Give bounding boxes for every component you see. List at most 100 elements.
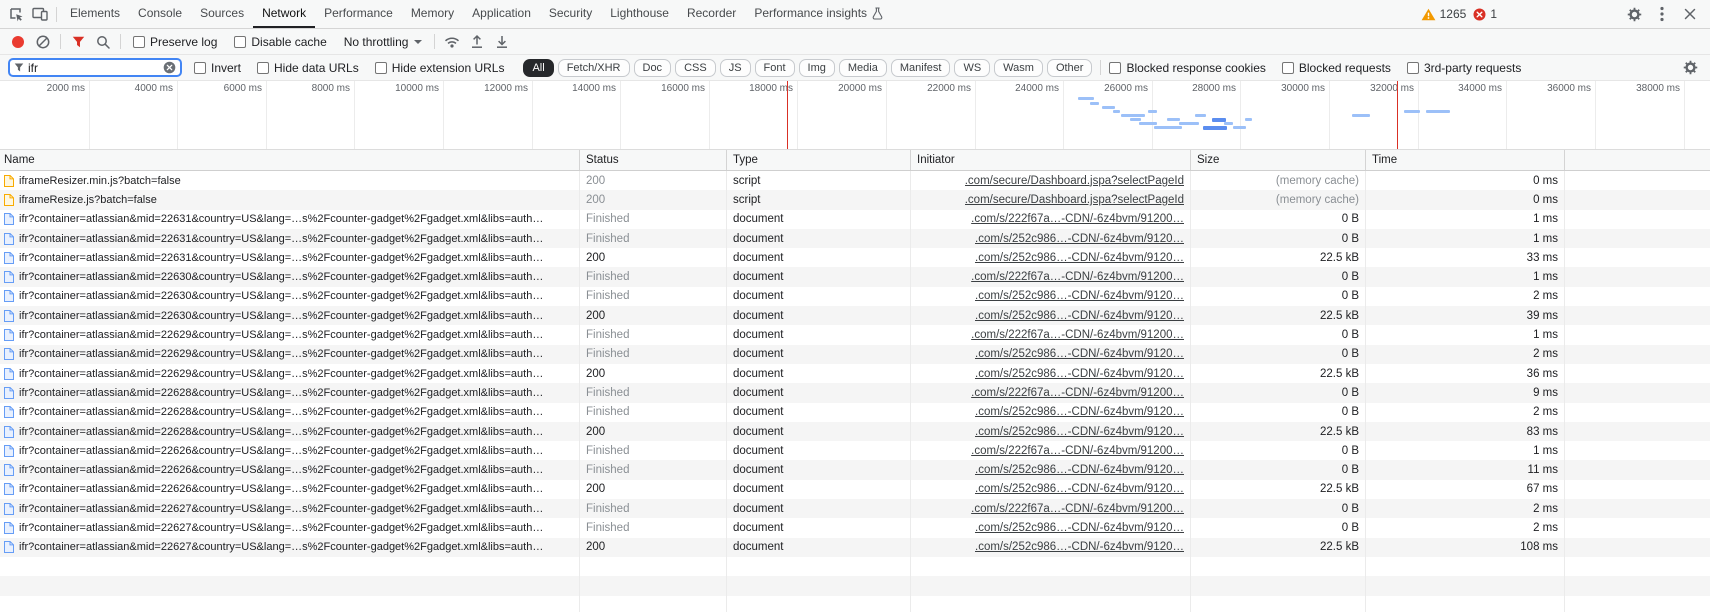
filter-pill-font[interactable]: Font — [755, 59, 795, 77]
column-header-size[interactable]: Size — [1191, 150, 1366, 170]
filter-pill-css[interactable]: CSS — [675, 59, 716, 77]
column-header-name[interactable]: Name — [0, 150, 580, 170]
column-header-time[interactable]: Time — [1366, 150, 1565, 170]
initiator-link[interactable]: .com/s/252c986…-CDN/-6z4bvm/9120… — [975, 541, 1184, 553]
inspect-element-button[interactable] — [4, 3, 28, 25]
more-options-button[interactable] — [1650, 3, 1674, 25]
type-text: document — [733, 348, 784, 360]
initiator-link[interactable]: .com/secure/Dashboard.jspa?selectPageId — [965, 194, 1184, 206]
table-row[interactable]: ifr?container=atlassian&mid=22631&countr… — [0, 210, 1710, 229]
import-har-button[interactable] — [465, 31, 489, 53]
initiator-link[interactable]: .com/s/252c986…-CDN/-6z4bvm/9120… — [975, 483, 1184, 495]
hide-extension-urls-checkbox[interactable]: Hide extension URLs — [375, 61, 505, 75]
console-errors-badge[interactable]: 1 — [1473, 7, 1497, 21]
initiator-link[interactable]: .com/s/222f67a…-CDN/-6z4bvm/91200… — [971, 445, 1184, 457]
table-row[interactable]: ifr?container=atlassian&mid=22628&countr… — [0, 383, 1710, 402]
initiator-link[interactable]: .com/s/252c986…-CDN/-6z4bvm/9120… — [975, 464, 1184, 476]
filter-pill-img[interactable]: Img — [799, 59, 835, 77]
tab-sources[interactable]: Sources — [191, 0, 253, 28]
initiator-link[interactable]: .com/s/252c986…-CDN/-6z4bvm/9120… — [975, 406, 1184, 418]
table-row[interactable]: iframeResizer.min.js?batch=false200scrip… — [0, 171, 1710, 190]
tab-recorder[interactable]: Recorder — [678, 0, 745, 28]
table-row[interactable]: ifr?container=atlassian&mid=22627&countr… — [0, 538, 1710, 557]
console-warnings-badge[interactable]: 1265 — [1421, 7, 1467, 21]
tab-elements[interactable]: Elements — [61, 0, 129, 28]
table-row[interactable]: ifr?container=atlassian&mid=22630&countr… — [0, 267, 1710, 286]
table-row[interactable]: ifr?container=atlassian&mid=22630&countr… — [0, 287, 1710, 306]
tab-performance-insights[interactable]: Performance insights — [745, 0, 892, 28]
initiator-link[interactable]: .com/s/252c986…-CDN/-6z4bvm/9120… — [975, 252, 1184, 264]
overview-strip[interactable]: 2000 ms4000 ms6000 ms8000 ms10000 ms1200… — [0, 81, 1710, 150]
clear-filter-icon[interactable] — [163, 61, 176, 74]
filter-pill-fetch-xhr[interactable]: Fetch/XHR — [558, 59, 630, 77]
column-header-type[interactable]: Type — [727, 150, 911, 170]
request-initiator-cell: .com/s/252c986…-CDN/-6z4bvm/9120… — [911, 403, 1191, 422]
table-row[interactable]: ifr?container=atlassian&mid=22629&countr… — [0, 364, 1710, 383]
tab-memory[interactable]: Memory — [402, 0, 463, 28]
initiator-link[interactable]: .com/secure/Dashboard.jspa?selectPageId — [965, 175, 1184, 187]
invert-checkbox[interactable]: Invert — [194, 61, 241, 75]
table-row[interactable]: ifr?container=atlassian&mid=22629&countr… — [0, 345, 1710, 364]
table-row[interactable]: ifr?container=atlassian&mid=22626&countr… — [0, 460, 1710, 479]
column-header-waterfall[interactable] — [1565, 150, 1710, 170]
table-row[interactable]: ifr?container=atlassian&mid=22628&countr… — [0, 403, 1710, 422]
overview-tick-label: 36000 ms — [1547, 83, 1595, 94]
filter-toggle-button[interactable] — [66, 31, 90, 53]
third-party-requests-checkbox[interactable]: 3rd-party requests — [1407, 61, 1521, 75]
filter-input[interactable] — [28, 61, 159, 75]
table-row[interactable]: ifr?container=atlassian&mid=22627&countr… — [0, 499, 1710, 518]
filter-pill-all[interactable]: All — [523, 59, 553, 77]
initiator-link[interactable]: .com/s/252c986…-CDN/-6z4bvm/9120… — [975, 233, 1184, 245]
filter-pill-ws[interactable]: WS — [954, 59, 990, 77]
tab-security[interactable]: Security — [540, 0, 601, 28]
table-row[interactable]: ifr?container=atlassian&mid=22627&countr… — [0, 518, 1710, 537]
filter-pill-other[interactable]: Other — [1047, 59, 1093, 77]
initiator-link[interactable]: .com/s/252c986…-CDN/-6z4bvm/9120… — [975, 310, 1184, 322]
table-row[interactable]: ifr?container=atlassian&mid=22626&countr… — [0, 441, 1710, 460]
column-header-status[interactable]: Status — [580, 150, 727, 170]
filter-pill-wasm[interactable]: Wasm — [994, 59, 1043, 77]
hide-data-urls-checkbox[interactable]: Hide data URLs — [257, 61, 359, 75]
filter-pill-js[interactable]: JS — [720, 59, 751, 77]
tab-performance[interactable]: Performance — [315, 0, 402, 28]
clear-network-log-button[interactable] — [31, 31, 55, 53]
initiator-link[interactable]: .com/s/252c986…-CDN/-6z4bvm/9120… — [975, 426, 1184, 438]
network-settings-button[interactable] — [1678, 57, 1702, 79]
record-network-log-button[interactable] — [6, 31, 30, 53]
initiator-link[interactable]: .com/s/222f67a…-CDN/-6z4bvm/91200… — [971, 271, 1184, 283]
filter-pill-media[interactable]: Media — [839, 59, 887, 77]
blocked-requests-checkbox[interactable]: Blocked requests — [1282, 61, 1391, 75]
initiator-link[interactable]: .com/s/222f67a…-CDN/-6z4bvm/91200… — [971, 503, 1184, 515]
initiator-link[interactable]: .com/s/222f67a…-CDN/-6z4bvm/91200… — [971, 329, 1184, 341]
initiator-link[interactable]: .com/s/222f67a…-CDN/-6z4bvm/91200… — [971, 387, 1184, 399]
close-devtools-button[interactable] — [1678, 3, 1702, 25]
table-row[interactable]: ifr?container=atlassian&mid=22626&countr… — [0, 480, 1710, 499]
filter-pill-doc[interactable]: Doc — [634, 59, 672, 77]
initiator-link[interactable]: .com/s/222f67a…-CDN/-6z4bvm/91200… — [971, 213, 1184, 225]
table-row[interactable]: ifr?container=atlassian&mid=22629&countr… — [0, 325, 1710, 344]
table-row[interactable]: ifr?container=atlassian&mid=22631&countr… — [0, 248, 1710, 267]
settings-button[interactable] — [1622, 3, 1646, 25]
throttling-select[interactable]: No throttling — [337, 35, 430, 49]
blocked-response-cookies-checkbox[interactable]: Blocked response cookies — [1109, 61, 1265, 75]
tab-lighthouse[interactable]: Lighthouse — [601, 0, 678, 28]
preserve-log-checkbox[interactable]: Preserve log — [133, 35, 217, 49]
export-har-button[interactable] — [490, 31, 514, 53]
initiator-link[interactable]: .com/s/252c986…-CDN/-6z4bvm/9120… — [975, 522, 1184, 534]
initiator-link[interactable]: .com/s/252c986…-CDN/-6z4bvm/9120… — [975, 368, 1184, 380]
filter-pill-manifest[interactable]: Manifest — [891, 59, 951, 77]
table-row[interactable]: ifr?container=atlassian&mid=22631&countr… — [0, 229, 1710, 248]
tab-network[interactable]: Network — [253, 0, 315, 28]
search-button[interactable] — [91, 31, 115, 53]
tab-application[interactable]: Application — [463, 0, 540, 28]
table-row[interactable]: ifr?container=atlassian&mid=22628&countr… — [0, 422, 1710, 441]
device-toolbar-button[interactable] — [28, 3, 52, 25]
initiator-link[interactable]: .com/s/252c986…-CDN/-6z4bvm/9120… — [975, 290, 1184, 302]
initiator-link[interactable]: .com/s/252c986…-CDN/-6z4bvm/9120… — [975, 348, 1184, 360]
network-conditions-button[interactable] — [440, 31, 464, 53]
column-header-initiator[interactable]: Initiator — [911, 150, 1191, 170]
table-row[interactable]: ifr?container=atlassian&mid=22630&countr… — [0, 306, 1710, 325]
tab-console[interactable]: Console — [129, 0, 191, 28]
table-row[interactable]: iframeResize.js?batch=false200script.com… — [0, 190, 1710, 209]
disable-cache-checkbox[interactable]: Disable cache — [234, 35, 326, 49]
